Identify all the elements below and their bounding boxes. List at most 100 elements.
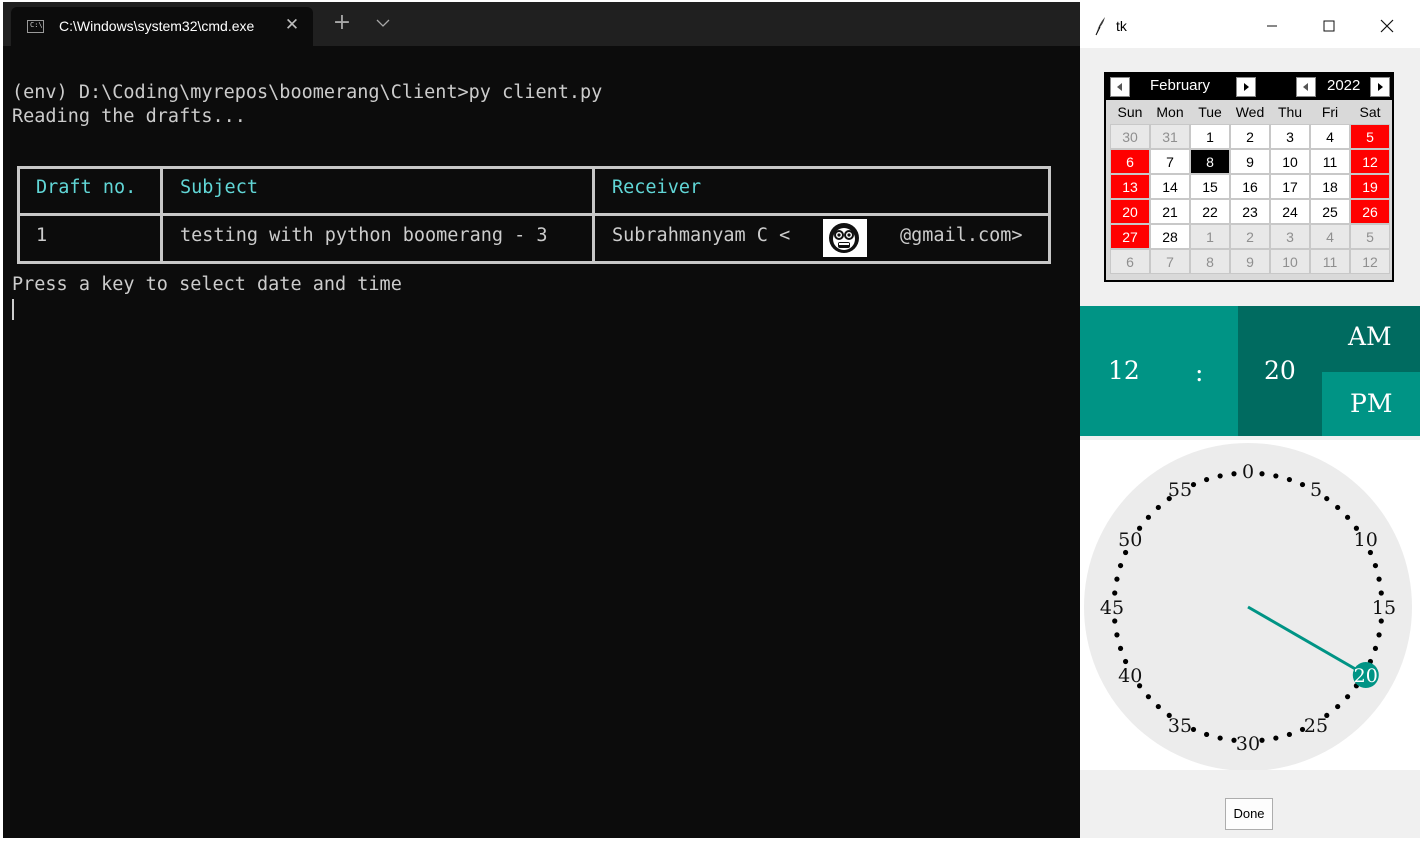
- calendar-day[interactable]: 25: [1310, 199, 1350, 224]
- calendar-day[interactable]: 27: [1110, 224, 1150, 249]
- clock-label: 10: [1354, 529, 1378, 551]
- terminal-window: C:\ C:\Windows\system32\cmd.exe ✕ + (env…: [3, 2, 1080, 838]
- calendar-day[interactable]: 8: [1190, 249, 1230, 274]
- calendar-day[interactable]: 18: [1310, 174, 1350, 199]
- calendar-day[interactable]: 1: [1190, 124, 1230, 149]
- calendar-day[interactable]: 9: [1230, 249, 1270, 274]
- calendar-day[interactable]: 31: [1150, 124, 1190, 149]
- calendar-day[interactable]: 6: [1110, 149, 1150, 174]
- minute-tick-dot: [1324, 495, 1330, 502]
- drafts-table: Draft no. Subject Receiver 1 testing wit…: [17, 166, 1051, 264]
- calendar-day[interactable]: 11: [1310, 149, 1350, 174]
- weekday-label: Fri: [1321, 104, 1339, 120]
- tab-title: C:\Windows\system32\cmd.exe: [59, 18, 255, 34]
- output-line: Reading the drafts...: [12, 106, 246, 127]
- pm-button[interactable]: PM: [1322, 372, 1420, 436]
- calendar-day[interactable]: 5: [1350, 124, 1390, 149]
- calendar-day[interactable]: 9: [1230, 149, 1270, 174]
- header-draft-no: Draft no.: [36, 177, 137, 198]
- prev-month-button[interactable]: [1110, 77, 1130, 97]
- feather-icon: [1092, 15, 1108, 37]
- tk-title-bar[interactable]: tk: [1080, 4, 1420, 48]
- calendar-day[interactable]: 30: [1110, 124, 1150, 149]
- clock-label: 30: [1236, 733, 1260, 755]
- chevron-down-icon[interactable]: [373, 15, 393, 35]
- clock-label: 45: [1100, 597, 1124, 619]
- calendar-day[interactable]: 5: [1350, 224, 1390, 249]
- terminal-output[interactable]: (env) D:\Coding\myrepos\boomerang\Client…: [3, 46, 1080, 838]
- clock-label: 55: [1168, 479, 1192, 501]
- minute-tick-dot: [1335, 504, 1341, 511]
- minute-tick-dot: [1344, 514, 1351, 520]
- weekday-label: Mon: [1156, 104, 1184, 120]
- calendar-day[interactable]: 2: [1230, 224, 1270, 249]
- calendar-day[interactable]: 6: [1110, 249, 1150, 274]
- calendar-day[interactable]: 4: [1310, 124, 1350, 149]
- done-button[interactable]: Done: [1225, 798, 1273, 830]
- calendar-day[interactable]: 8: [1190, 149, 1230, 174]
- redacted-avatar-icon: [823, 219, 867, 257]
- minute-tick-dot: [1231, 471, 1237, 477]
- minute-tick-dot: [1203, 476, 1210, 483]
- minute-block[interactable]: 20: [1238, 306, 1322, 436]
- minute-tick-dot: [1286, 476, 1293, 483]
- table-border: [592, 166, 595, 264]
- calendar-day[interactable]: 12: [1350, 249, 1390, 274]
- time-display: 12 : 20 AM PM: [1080, 306, 1420, 436]
- calendar-day[interactable]: 10: [1270, 149, 1310, 174]
- minute-tick-dot: [1112, 618, 1118, 624]
- calendar-day[interactable]: 12: [1350, 149, 1390, 174]
- prev-year-button[interactable]: [1296, 77, 1316, 97]
- calendar-day[interactable]: 16: [1230, 174, 1270, 199]
- calendar-day[interactable]: 3: [1270, 224, 1310, 249]
- calendar-day[interactable]: 11: [1310, 249, 1350, 274]
- text-cursor: [12, 299, 14, 320]
- terminal-tab[interactable]: C:\ C:\Windows\system32\cmd.exe ✕: [11, 7, 313, 46]
- minute-tick-dot: [1372, 645, 1379, 652]
- calendar-day[interactable]: 23: [1230, 199, 1270, 224]
- next-year-button[interactable]: [1370, 77, 1390, 97]
- calendar-day[interactable]: 1: [1190, 224, 1230, 249]
- calendar-day[interactable]: 14: [1150, 174, 1190, 199]
- calendar-day[interactable]: 21: [1150, 199, 1190, 224]
- weekday-label: Tue: [1198, 104, 1222, 120]
- minute-tick-dot: [1217, 735, 1223, 741]
- calendar-day[interactable]: 24: [1270, 199, 1310, 224]
- calendar-day[interactable]: 20: [1110, 199, 1150, 224]
- clock-label: 5: [1310, 479, 1322, 501]
- minute-tick-dot: [1203, 731, 1210, 738]
- calendar-day[interactable]: 3: [1270, 124, 1310, 149]
- calendar-day[interactable]: 7: [1150, 149, 1190, 174]
- calendar-day[interactable]: 17: [1270, 174, 1310, 199]
- calendar: February 2022 Sun Mon Tue Wed Thu Fri Sat 30 31 1…: [1104, 72, 1394, 282]
- am-button[interactable]: AM: [1322, 306, 1420, 372]
- calendar-day[interactable]: 13: [1110, 174, 1150, 199]
- next-month-button[interactable]: [1236, 77, 1256, 97]
- minute-clock[interactable]: 0 5 10 15 20 25 30 35 40 45 50 55: [1080, 440, 1420, 771]
- minute-tick-dot: [1114, 576, 1120, 582]
- clock-label: 15: [1372, 597, 1396, 619]
- calendar-day[interactable]: 26: [1350, 199, 1390, 224]
- calendar-day[interactable]: 4: [1310, 224, 1350, 249]
- header-receiver: Receiver: [612, 177, 702, 198]
- calendar-day[interactable]: 28: [1150, 224, 1190, 249]
- weekday-label: Sun: [1117, 104, 1143, 120]
- weekday-label: Thu: [1277, 104, 1303, 120]
- calendar-day[interactable]: 7: [1150, 249, 1190, 274]
- minute-tick-dot: [1117, 562, 1124, 569]
- hour-display[interactable]: 12: [1108, 356, 1140, 385]
- plus-icon[interactable]: +: [331, 12, 353, 36]
- close-icon[interactable]: ✕: [283, 16, 301, 34]
- minute-tick-dot: [1122, 658, 1129, 665]
- minimize-icon[interactable]: [1260, 14, 1284, 38]
- close-icon[interactable]: [1375, 14, 1399, 38]
- minute-tick-dot: [1335, 703, 1341, 710]
- calendar-day[interactable]: 19: [1350, 174, 1390, 199]
- calendar-day[interactable]: 10: [1270, 249, 1310, 274]
- cell-draft-no: 1: [36, 225, 48, 246]
- calendar-day[interactable]: 15: [1190, 174, 1230, 199]
- maximize-icon[interactable]: [1317, 14, 1341, 38]
- calendar-day[interactable]: 22: [1190, 199, 1230, 224]
- minute-tick-dot: [1378, 590, 1384, 596]
- calendar-day[interactable]: 2: [1230, 124, 1270, 149]
